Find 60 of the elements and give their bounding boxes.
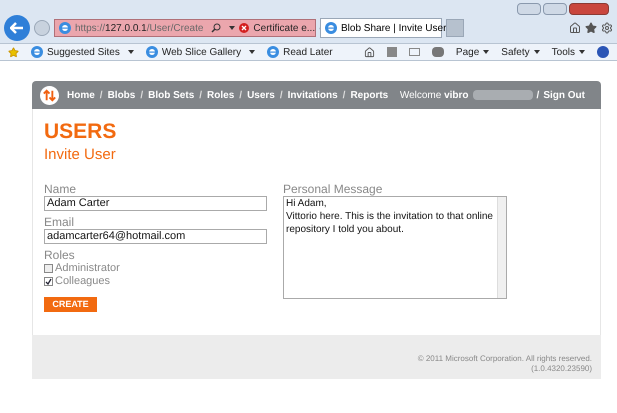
maximize-button[interactable] — [543, 2, 567, 14]
caret-icon — [128, 50, 134, 54]
minimize-button[interactable] — [517, 2, 541, 14]
nav-separator: / — [536, 88, 540, 102]
checkbox[interactable] — [44, 277, 53, 286]
page-subtitle: Invite User — [44, 145, 117, 165]
sign-out-link[interactable]: Sign Out — [543, 88, 585, 102]
command-menu[interactable]: Tools — [552, 44, 585, 60]
input-field[interactable]: Adam Carter — [44, 196, 267, 211]
close-button[interactable] — [569, 2, 609, 14]
nav-link[interactable]: Home — [67, 88, 95, 102]
redacted-block — [472, 90, 533, 100]
home-icon[interactable] — [364, 46, 375, 58]
home-icon[interactable] — [569, 22, 581, 34]
nav-link[interactable]: Invitations — [288, 88, 338, 102]
caret-icon — [249, 50, 256, 54]
settings-icon[interactable] — [601, 22, 613, 34]
favorites-link[interactable]: Web Slice Gallery — [146, 44, 256, 60]
roles-label: Roles — [44, 248, 76, 262]
back-button[interactable] — [4, 15, 30, 41]
error-icon — [239, 23, 250, 33]
nav-separator: / — [100, 88, 103, 102]
checkbox[interactable] — [44, 264, 53, 273]
certificate-error[interactable]: Certificate e... — [253, 20, 316, 36]
nav-link[interactable]: Blob Sets — [148, 88, 194, 102]
role-label: Colleagues — [55, 274, 110, 290]
command-menu[interactable]: Page — [456, 44, 490, 60]
field-label: Email — [44, 215, 76, 229]
page-title: USERS — [44, 121, 118, 143]
star-icon[interactable] — [585, 22, 597, 34]
role-label: Administrator — [55, 261, 120, 276]
logo-icon — [40, 86, 59, 104]
favorites-link[interactable]: Read Later — [267, 44, 333, 60]
caret-icon — [579, 50, 585, 54]
nav-link[interactable]: Reports — [350, 88, 388, 102]
nav-link[interactable]: Roles — [207, 88, 234, 102]
check-icon — [45, 278, 52, 285]
welcome-text: Welcome vibro — [400, 88, 469, 102]
search-icon — [211, 23, 222, 33]
nav-link[interactable]: Blobs — [108, 88, 136, 102]
command-menu[interactable]: Safety — [501, 44, 540, 60]
field-label: Name — [44, 182, 78, 196]
nav-separator: / — [342, 88, 346, 102]
scrollbar[interactable] — [497, 197, 506, 298]
copyright-text: © 2011 Microsoft Corporation. All rights reserved. — [418, 354, 592, 364]
input-field[interactable]: adamcarter64@hotmail.com — [44, 229, 267, 244]
favorites-star-icon[interactable] — [8, 46, 19, 58]
address-url: https://127.0.0.1/User/Create — [75, 22, 204, 36]
nav-separator: / — [199, 88, 202, 102]
caret-icon — [229, 26, 236, 30]
caret-icon — [483, 50, 490, 54]
nav-separator: / — [239, 88, 242, 102]
version-text: (1.0.4320.23590) — [531, 364, 592, 374]
nav-separator: / — [280, 88, 283, 102]
favorites-link[interactable]: Suggested Sites — [31, 44, 134, 60]
left-arrow-icon — [10, 22, 24, 34]
field-label: Personal Message — [283, 182, 384, 196]
caret-icon — [534, 50, 540, 54]
nav-separator: / — [140, 88, 144, 102]
nav-link[interactable]: Users — [247, 88, 275, 102]
